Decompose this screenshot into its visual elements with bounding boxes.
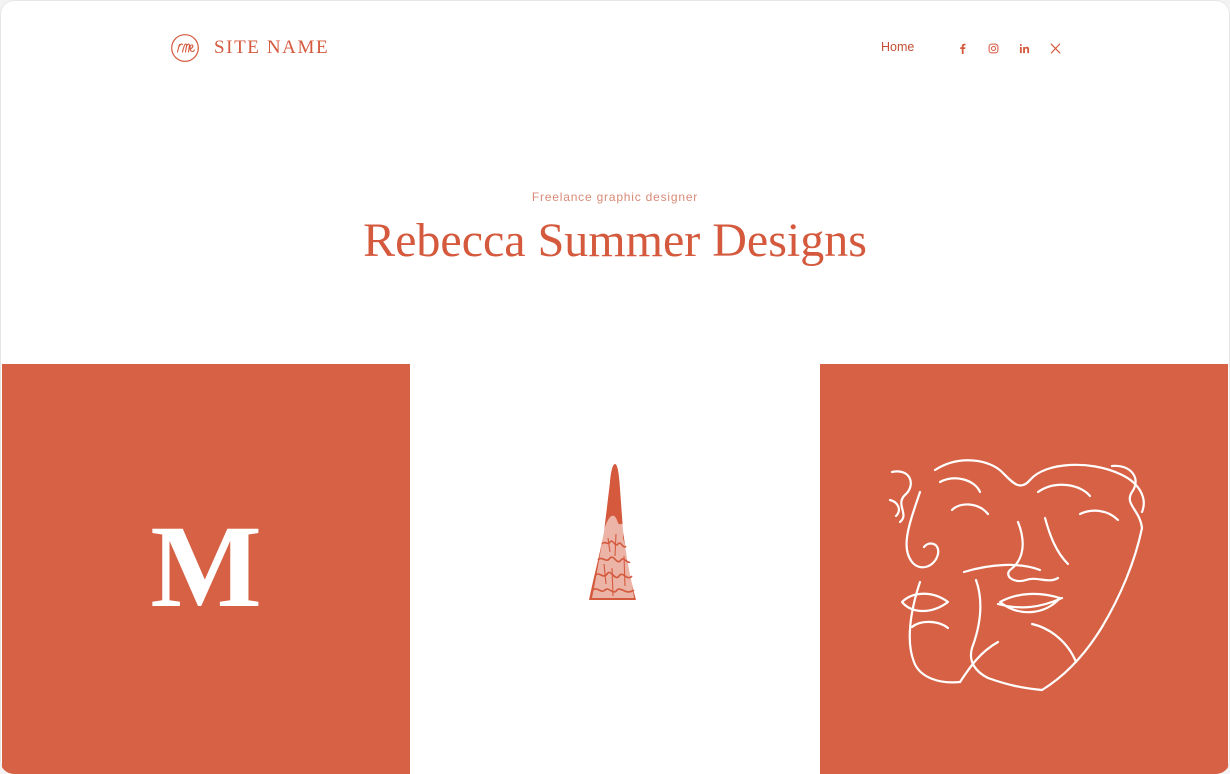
hero-title: Rebecca Summer Designs — [363, 214, 867, 267]
linkedin-icon — [1019, 43, 1029, 53]
portfolio-tiles: M — [2, 364, 1228, 774]
line-art-faces-tile[interactable] — [820, 364, 1228, 774]
line-art-faces-illustration — [888, 459, 1145, 692]
hero-tagline: Freelance graphic designer — [531, 190, 699, 204]
site-logo-link[interactable]: SITE NAME — [170, 33, 329, 63]
monogram-tile[interactable]: M — [2, 364, 410, 774]
site-header: SITE NAME Home — [0, 0, 1230, 96]
facebook-icon — [959, 43, 966, 54]
nav-item-home[interactable]: Home — [881, 40, 914, 54]
cone-illustration-tile[interactable] — [410, 364, 820, 774]
linkedin-link[interactable] — [1017, 40, 1031, 56]
site-name: SITE NAME — [214, 37, 330, 58]
page: SITE NAME Home Freelance graphic designe… — [0, 0, 1230, 774]
x-link[interactable] — [1048, 40, 1062, 56]
instagram-link[interactable] — [986, 40, 1000, 56]
x-twitter-icon — [1050, 43, 1060, 53]
facebook-link[interactable] — [955, 40, 969, 56]
logo-monogram-icon — [171, 34, 199, 62]
instagram-icon — [988, 43, 998, 53]
cone-illustration — [589, 464, 636, 600]
social-links — [955, 40, 1062, 56]
monogram-letter: M — [150, 501, 262, 632]
